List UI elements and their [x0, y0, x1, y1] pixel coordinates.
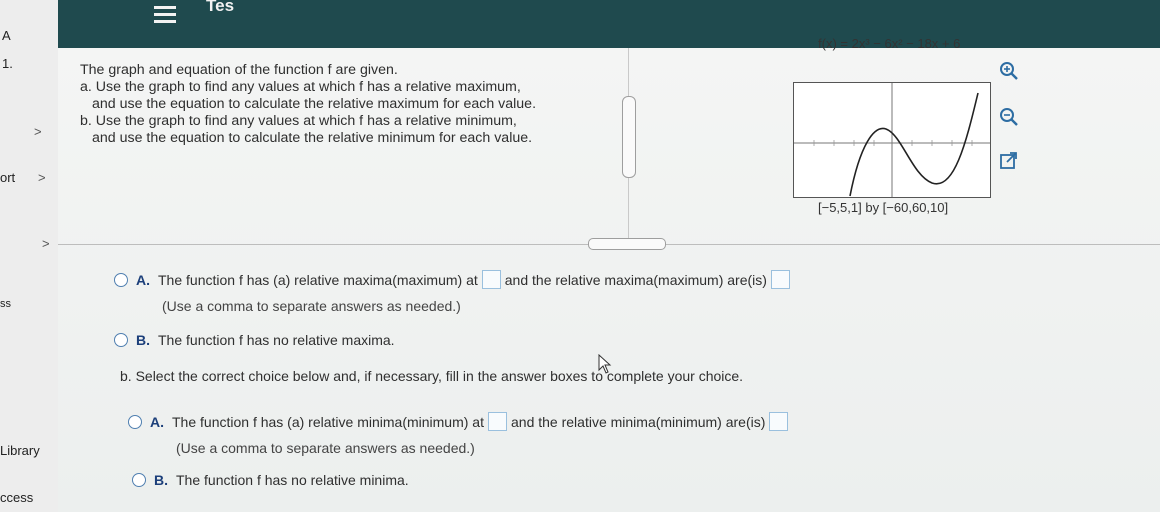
graph-window-caption: [−5,5,1] by [−60,60,10] [818, 200, 949, 215]
problem-intro: The graph and equation of the function f… [80, 62, 398, 78]
problem-part-a-line1: a. Use the graph to find any values at w… [80, 79, 521, 95]
menu-icon[interactable] [154, 2, 176, 27]
zoom-out-icon[interactable] [998, 106, 1020, 128]
sidebar-item-1[interactable]: 1. [2, 56, 13, 71]
radio-part-b-option-a[interactable] [128, 415, 142, 429]
chevron-right-icon[interactable]: > [38, 170, 46, 185]
horizontal-resize-handle[interactable] [588, 238, 666, 250]
option-text: and the relative maxima(maximum) are(is) [504, 272, 767, 288]
option-letter: B. [154, 472, 168, 488]
radio-part-a-option-a[interactable] [114, 273, 128, 287]
sidebar-item-ss[interactable]: ss [0, 298, 11, 310]
answer-box-min-x[interactable] [488, 412, 507, 431]
sidebar-item-report[interactable]: ort [0, 170, 15, 185]
option-letter: A. [136, 272, 150, 288]
sidebar-item-access[interactable]: ccess [0, 490, 33, 505]
part-a-option-a[interactable]: A. The function f has (a) relative maxima… [114, 270, 794, 289]
vertical-resize-handle[interactable] [622, 96, 636, 178]
zoom-in-icon[interactable] [998, 60, 1020, 82]
answer-box-min-value[interactable] [769, 412, 789, 431]
option-text: The function f has (a) relative minima(m… [172, 414, 484, 430]
option-letter: A. [150, 414, 164, 430]
part-a-option-b[interactable]: B. The function f has no relative maxima. [114, 332, 395, 348]
part-b-option-b[interactable]: B. The function f has no relative minima. [132, 472, 409, 488]
chevron-right-icon[interactable]: > [42, 236, 50, 251]
radio-part-a-option-b[interactable] [114, 333, 128, 347]
graph-plot [794, 83, 990, 197]
mouse-cursor-icon [598, 354, 612, 374]
sidebar-item-a[interactable]: A [2, 28, 11, 43]
problem-statement: The graph and equation of the function f… [80, 62, 600, 147]
option-text: The function f has no relative minima. [176, 472, 409, 488]
problem-part-b-line2: and use the equation to calculate the re… [92, 130, 533, 146]
option-letter: B. [136, 332, 150, 348]
option-text: The function f has (a) relative maxima(m… [158, 272, 478, 288]
part-b-prompt: b. Select the correct choice below and, … [120, 368, 744, 384]
function-equation: f(x) = 2x³ − 6x² − 18x + 6 [818, 36, 961, 51]
question-panel: The graph and equation of the function f… [58, 36, 1160, 512]
part-b-note: (Use a comma to separate answers as need… [176, 440, 475, 456]
answer-box-max-value[interactable] [770, 270, 790, 289]
answer-box-max-x[interactable] [481, 270, 501, 289]
chevron-right-icon[interactable]: > [34, 124, 42, 139]
page-title: Tes [206, 0, 235, 15]
external-link-icon[interactable] [998, 150, 1020, 172]
top-bar: Tes [58, 0, 1160, 48]
part-a-note: (Use a comma to separate answers as need… [162, 298, 461, 314]
option-text: and the relative minima(minimum) are(is) [511, 414, 766, 430]
part-b-option-a[interactable]: A. The function f has (a) relative minima… [128, 412, 792, 431]
problem-part-b-line1: b. Use the graph to find any values at w… [80, 113, 517, 129]
option-text: The function f has no relative maxima. [158, 332, 395, 348]
function-graph[interactable] [793, 82, 991, 198]
problem-part-a-line2: and use the equation to calculate the re… [92, 96, 537, 112]
sidebar-item-library[interactable]: Library [0, 443, 40, 458]
radio-part-b-option-b[interactable] [132, 473, 146, 487]
